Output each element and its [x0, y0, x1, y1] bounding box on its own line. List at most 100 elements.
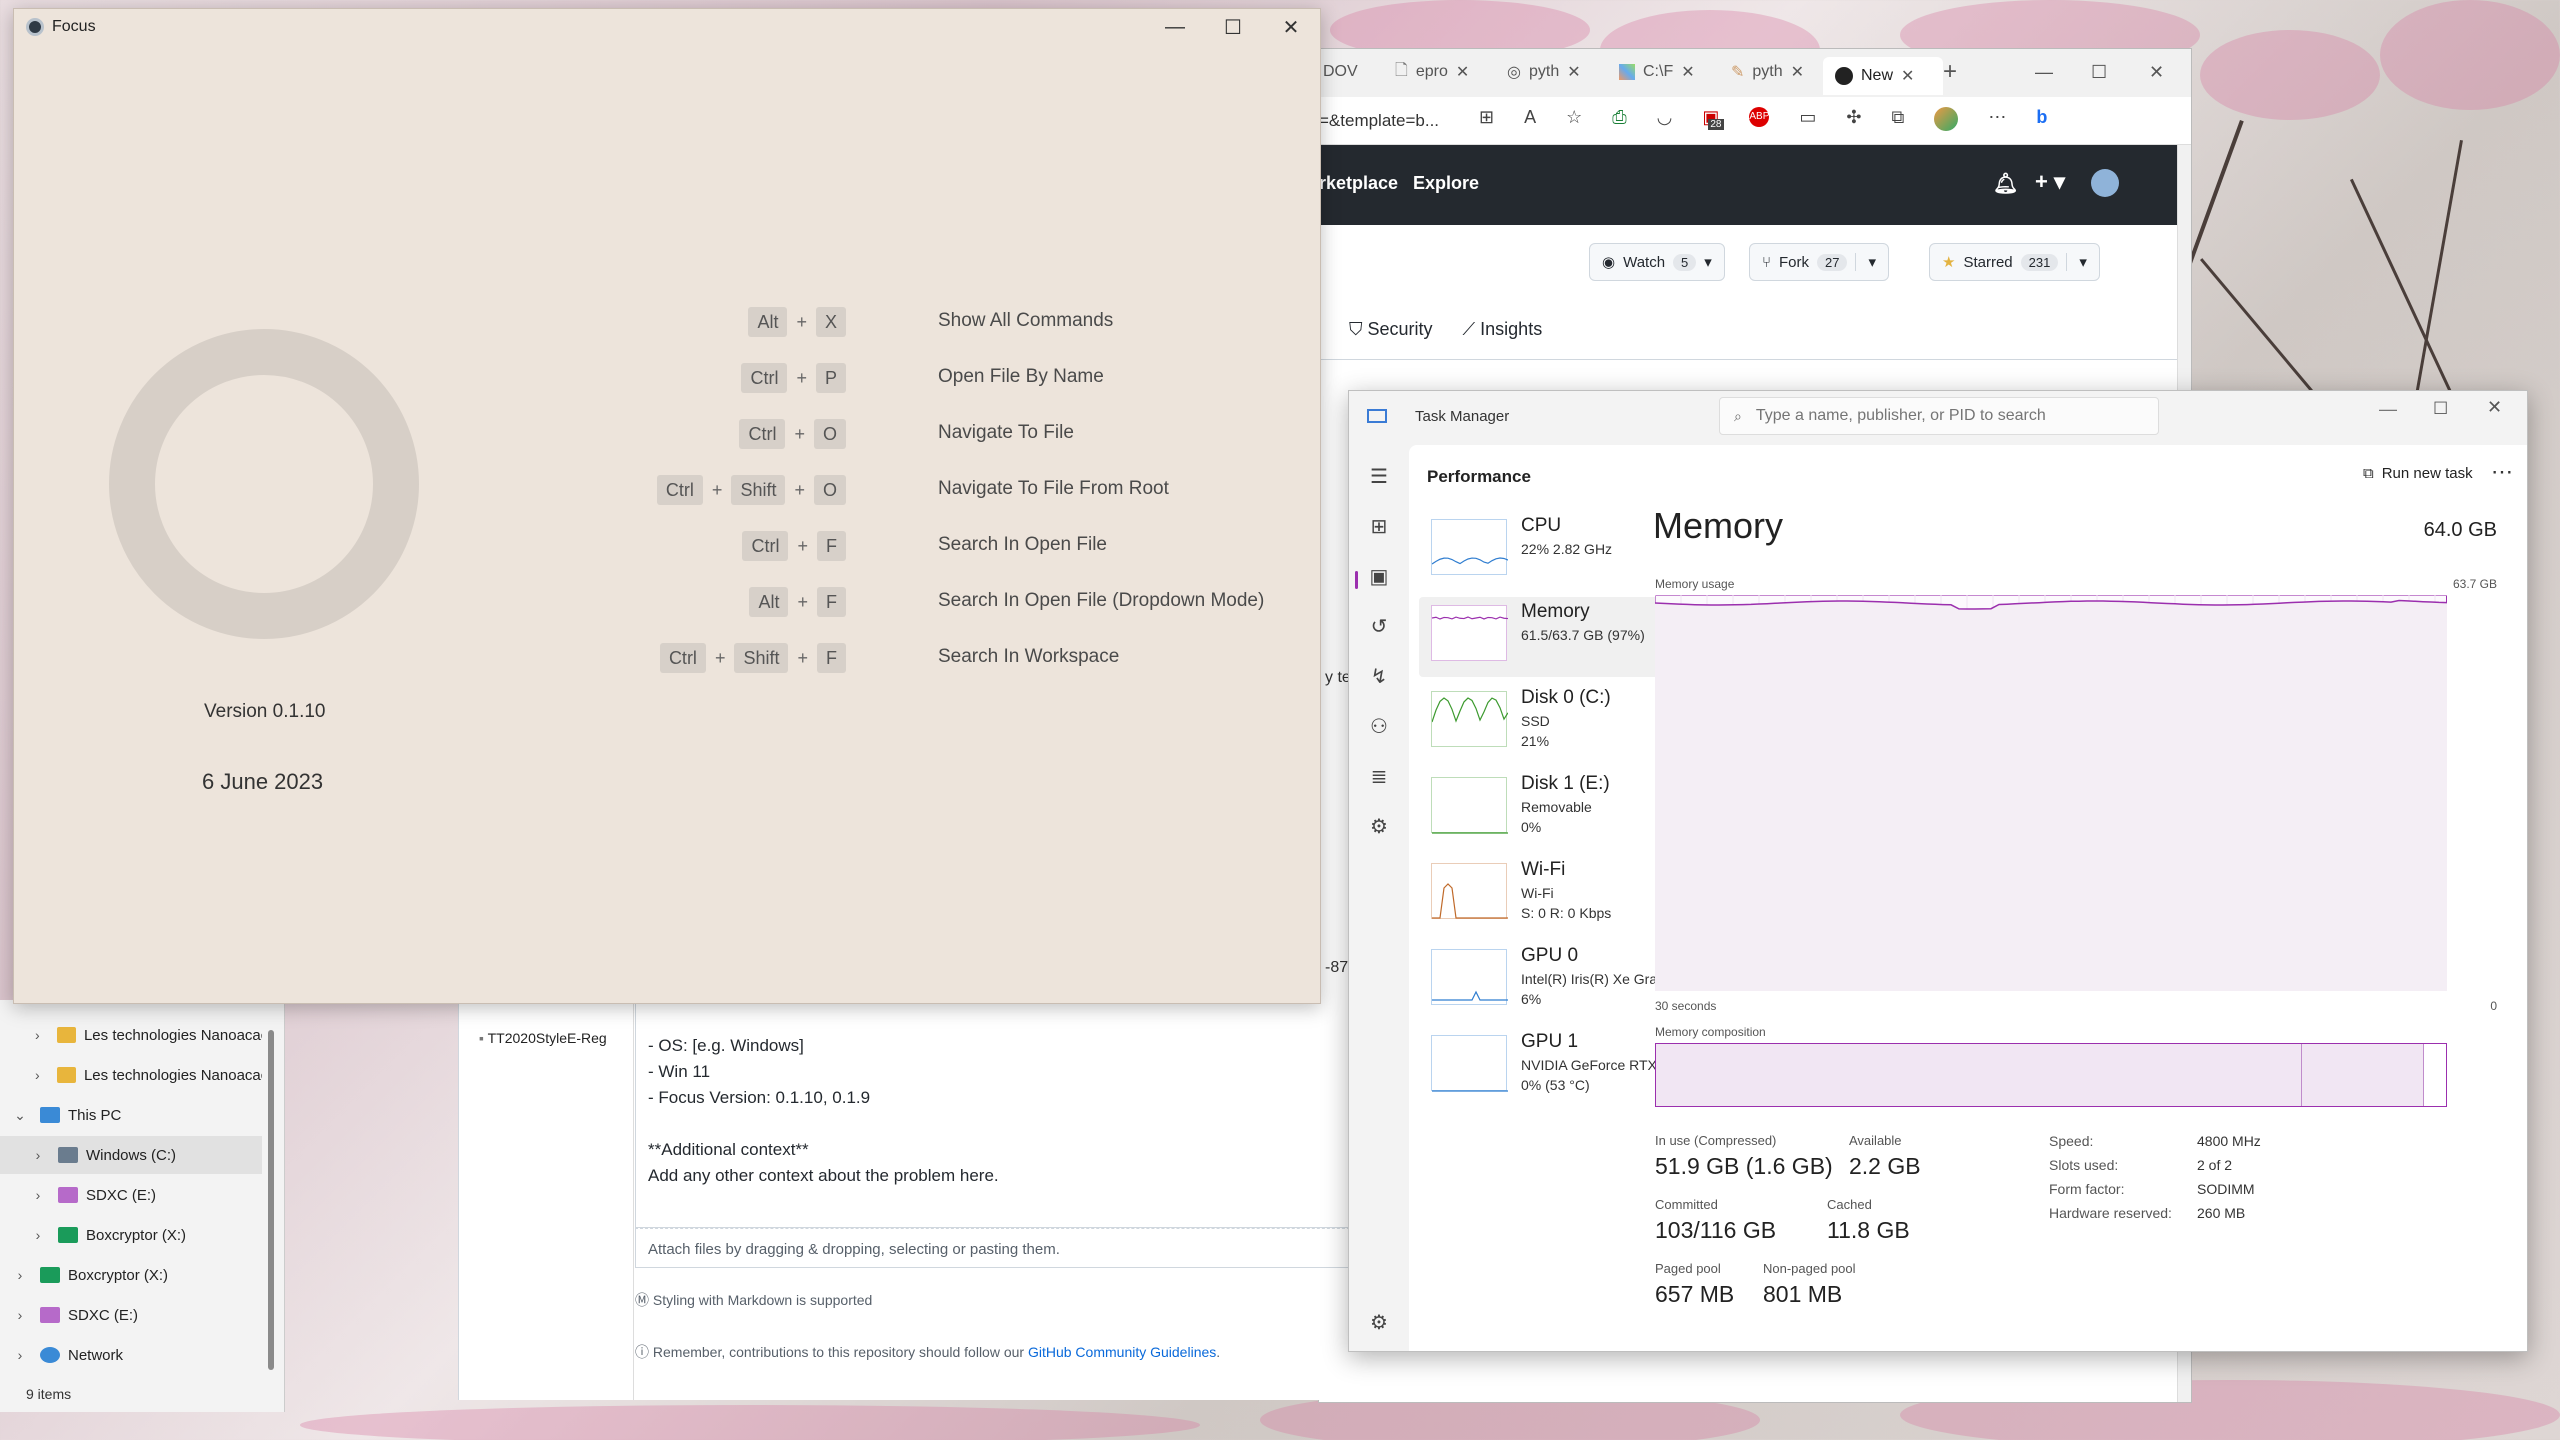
maximize-button[interactable]: ☐ [2433, 399, 2448, 419]
perf-item-gpu-1[interactable]: GPU 1 NVIDIA GeForce RTX... 0% (53 °C) [1419, 1027, 1674, 1107]
puzzle-icon[interactable]: ✣ [1846, 107, 1861, 131]
minimize-button[interactable]: — [2379, 399, 2397, 420]
pocket-icon[interactable]: ◡ [1657, 107, 1673, 131]
perf-item-detail: Removable [1521, 799, 1592, 815]
nav-explore[interactable]: Explore [1413, 173, 1479, 194]
read-aloud-icon[interactable]: A [1524, 107, 1536, 131]
browser-tab[interactable]: 🗋 epro ✕ [1395, 49, 1469, 95]
adblock-icon[interactable]: ABP [1749, 107, 1769, 127]
perf-item-memory[interactable]: Memory 61.5/63.7 GB (97%) [1419, 597, 1674, 677]
command-label[interactable]: Navigate To File [938, 422, 1074, 444]
chevron-down-icon[interactable]: ⌄ [0, 1107, 40, 1124]
nav-item-folder[interactable]: › Les technologies Nanoacac [0, 1056, 262, 1094]
chevron-right-icon[interactable]: › [0, 1307, 40, 1323]
perf-item-disk-1-e-[interactable]: Disk 1 (E:) Removable 0% [1419, 769, 1674, 849]
nav-item-box[interactable]: › Boxcryptor (X:) [0, 1256, 262, 1294]
hamburger-icon[interactable]: ☰ [1367, 465, 1391, 489]
markdown-hint[interactable]: Ⓜ Styling with Markdown is supported [635, 1290, 872, 1310]
browser-tab[interactable]: DOV [1323, 49, 1358, 95]
command-label[interactable]: Open File By Name [938, 366, 1104, 388]
chevron-right-icon[interactable]: › [18, 1147, 58, 1163]
maximize-button[interactable]: ☐ [2091, 49, 2107, 95]
processes-icon[interactable]: ⊞ [1367, 515, 1391, 539]
bell-icon[interactable]: 🔔︎ [1993, 171, 2018, 196]
eye-icon: ◉ [1602, 254, 1616, 271]
nav-item-label: This PC [68, 1106, 122, 1124]
settings-icon[interactable]: ⚙ [1367, 1311, 1391, 1335]
perf-item-name: Wi-Fi [1521, 859, 1566, 880]
watch-button[interactable]: ◉ Watch 5 ▾ [1589, 243, 1725, 281]
command-label[interactable]: Show All Commands [938, 310, 1113, 332]
scrollbar[interactable] [268, 1030, 274, 1370]
star-button[interactable]: ★ Starred 231 ▾ [1929, 243, 2100, 281]
nav-item-box[interactable]: › Boxcryptor (X:) [0, 1216, 262, 1254]
plus-dropdown[interactable]: + ▾ [2035, 169, 2065, 195]
services-icon[interactable]: ⚙ [1367, 815, 1391, 839]
fork-button[interactable]: ⑂ Fork 27 ▾ [1749, 243, 1890, 281]
close-button[interactable]: ✕ [2149, 49, 2164, 95]
command-label[interactable]: Navigate To File From Root [938, 478, 1169, 500]
perf-item-wi-fi[interactable]: Wi-Fi Wi-Fi S: 0 R: 0 Kbps [1419, 855, 1674, 935]
favorite-icon[interactable]: ☆ [1566, 107, 1582, 131]
nav-item-folder[interactable]: › Les technologies Nanoacac [0, 1016, 262, 1054]
search-input[interactable] [1755, 407, 2136, 425]
file-item[interactable]: ▪ TT2020StyleE-Reg [479, 1030, 607, 1046]
command-label[interactable]: Search In Open File (Dropdown Mode) [938, 590, 1264, 612]
details-icon[interactable]: ≣ [1367, 765, 1391, 789]
key-cap: F [817, 587, 846, 617]
minimize-button[interactable]: — [1146, 9, 1204, 45]
close-button[interactable]: ✕ [1262, 9, 1320, 45]
extension-icon[interactable]: ▣ 28 [1702, 107, 1724, 131]
printer-icon[interactable]: ⎙ [1612, 107, 1626, 131]
app-history-icon[interactable]: ↺ [1367, 615, 1391, 639]
users-icon[interactable]: ⚇ [1367, 715, 1391, 739]
startup-icon[interactable]: ↯ [1367, 665, 1391, 689]
search-box[interactable]: ⌕ [1719, 397, 2159, 435]
chevron-right-icon[interactable]: › [0, 1347, 40, 1363]
tab-insights[interactable]: ⟋ Insights [1463, 319, 1543, 340]
performance-icon[interactable]: ▣ [1367, 565, 1391, 589]
new-tab-button[interactable]: + [1943, 49, 1957, 95]
browser-tab-active[interactable]: New ✕ [1823, 57, 1943, 95]
guidelines-link[interactable]: GitHub Community Guidelines [1028, 1344, 1216, 1360]
nav-item-sd[interactable]: › SDXC (E:) [0, 1176, 262, 1214]
chevron-right-icon[interactable]: › [18, 1187, 58, 1203]
key-cap: Ctrl [739, 419, 786, 449]
command-label[interactable]: Search In Workspace [938, 646, 1119, 668]
more-icon[interactable]: ⋯ [1988, 107, 2006, 131]
maximize-button[interactable]: ☐ [1204, 9, 1262, 45]
collections-icon[interactable]: ⧉ [1892, 107, 1905, 131]
shortcut-keys: Alt + F [749, 587, 846, 617]
paged-pool-value: 657 MB [1655, 1281, 1735, 1307]
apps-icon[interactable]: ⊞ [1479, 107, 1494, 131]
tab-security[interactable]: ⛉ Security [1349, 319, 1433, 340]
perf-item-disk-0-c-[interactable]: Disk 0 (C:) SSD 21% [1419, 683, 1674, 763]
nav-item-drive[interactable]: › Windows (C:) [0, 1136, 262, 1174]
nav-marketplace[interactable]: rketplace [1319, 173, 1398, 194]
key-cap: P [815, 363, 846, 393]
bing-icon[interactable]: b [2036, 107, 2047, 131]
nav-item-net[interactable]: › Network [0, 1336, 262, 1374]
chevron-right-icon[interactable]: › [0, 1267, 40, 1283]
profile-icon[interactable] [1934, 107, 1959, 131]
more-options-icon[interactable]: ⋯ [2491, 459, 2513, 485]
chevron-right-icon[interactable]: › [18, 1067, 57, 1083]
close-button[interactable]: ✕ [2487, 397, 2502, 418]
media-icon[interactable]: ▭ [1799, 107, 1816, 131]
browser-tab[interactable]: ◎ pyth ✕ [1507, 49, 1581, 95]
address-bar[interactable]: =&template=b... [1319, 105, 1469, 137]
perf-item-gpu-0[interactable]: GPU 0 Intel(R) Iris(R) Xe Gra... 6% [1419, 941, 1674, 1021]
chevron-right-icon[interactable]: › [18, 1027, 57, 1043]
command-label[interactable]: Search In Open File [938, 534, 1107, 556]
issue-textarea[interactable]: - OS: [e.g. Windows] - Win 11 - Focus Ve… [635, 1000, 1362, 1228]
avatar[interactable] [2091, 169, 2119, 197]
minimize-button[interactable]: — [2035, 49, 2053, 95]
attach-files-bar[interactable]: Attach files by dragging & dropping, sel… [635, 1228, 1362, 1268]
browser-tab[interactable]: ✎ pyth ✕ [1731, 49, 1804, 95]
nav-item-sd[interactable]: › SDXC (E:) [0, 1296, 262, 1334]
run-new-task-button[interactable]: ⧉ Run new task [2363, 465, 2473, 482]
nav-item-pc[interactable]: ⌄ This PC [0, 1096, 262, 1134]
perf-item-cpu[interactable]: CPU 22% 2.82 GHz [1419, 511, 1674, 591]
browser-tab[interactable]: C:\F ✕ [1619, 49, 1695, 95]
chevron-right-icon[interactable]: › [18, 1227, 58, 1243]
